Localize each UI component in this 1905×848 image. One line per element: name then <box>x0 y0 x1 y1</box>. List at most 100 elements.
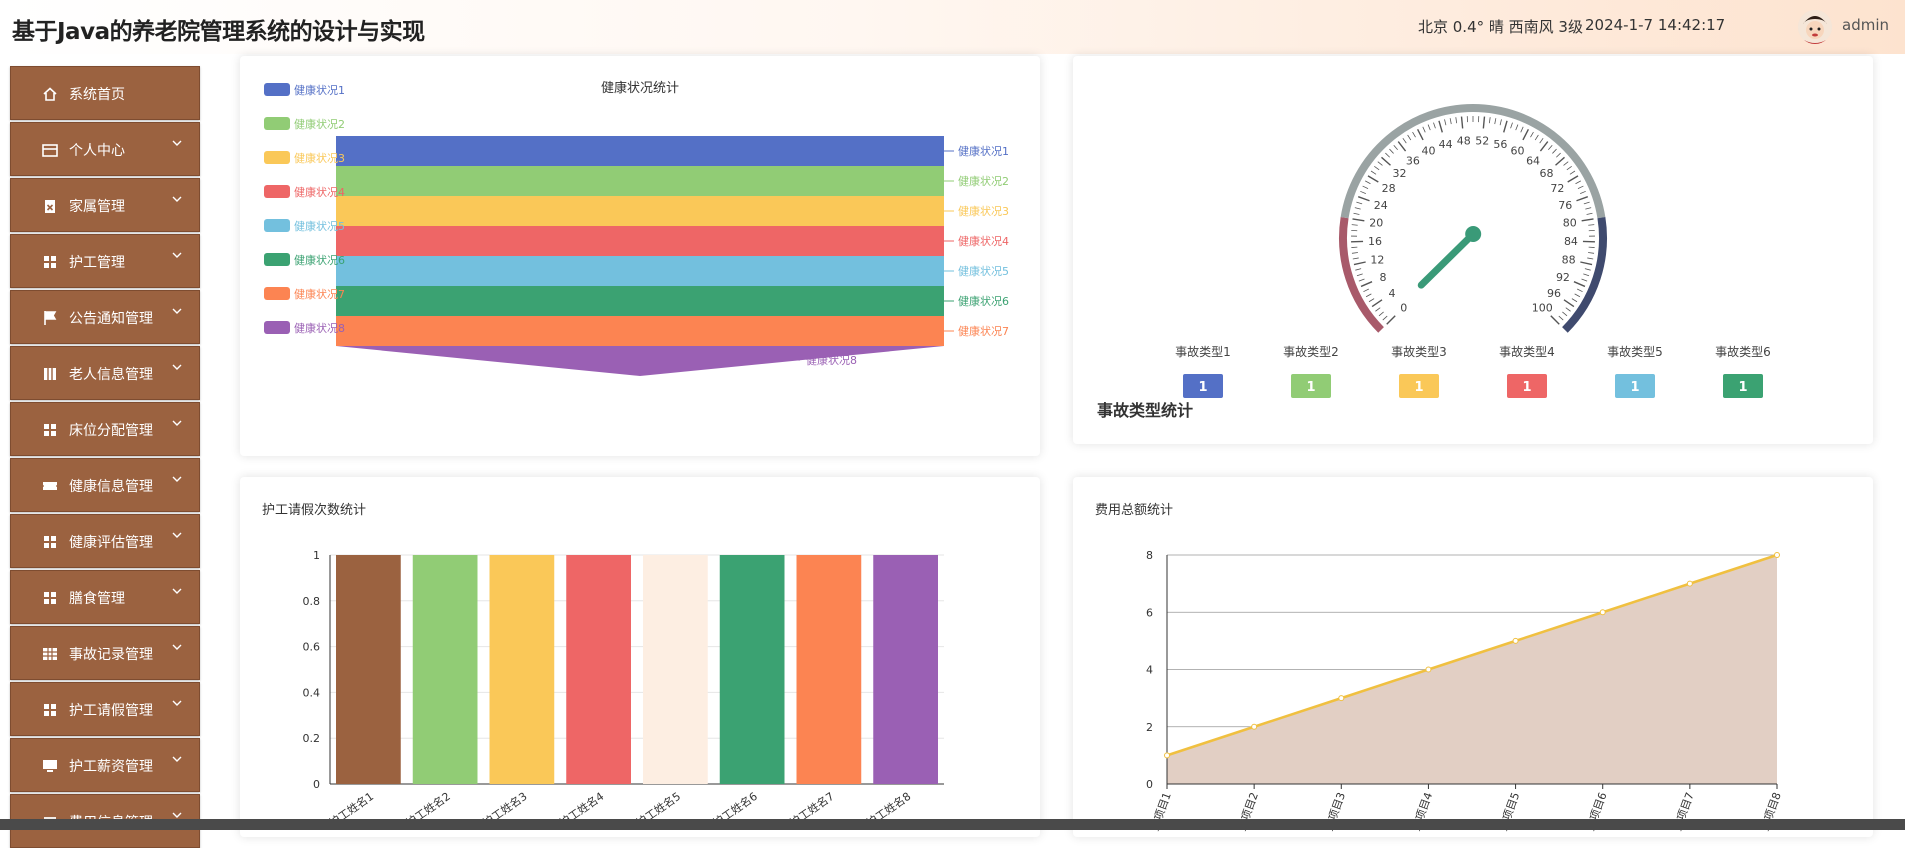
legend-swatch[interactable] <box>264 321 290 334</box>
gauge-tick <box>1564 162 1569 166</box>
sidebar-item-3[interactable]: 家属管理 <box>10 178 200 232</box>
legend-item[interactable]: 健康状况4 <box>294 185 345 199</box>
gauge-tick <box>1365 181 1370 184</box>
leave-count-card: 护工请假次数统计 00.20.40.60.81护工姓名1护工姓名2护工姓名3护工… <box>240 477 1040 837</box>
data-point[interactable] <box>1339 696 1344 701</box>
funnel-label: 健康状况6 <box>958 294 1009 308</box>
gauge-tick <box>1523 129 1528 140</box>
accident-type-value: 1 <box>1198 380 1207 395</box>
gauge-tick <box>1368 176 1378 182</box>
sidebar-item-1[interactable]: 系统首页 <box>10 66 200 120</box>
legend-swatch[interactable] <box>264 185 290 198</box>
username[interactable]: admin <box>1842 16 1889 34</box>
leave-chart-title: 护工请假次数统计 <box>262 499 366 518</box>
legend-item[interactable]: 健康状况2 <box>294 117 345 131</box>
data-point[interactable] <box>1252 724 1257 729</box>
sidebar-item-11[interactable]: 事故记录管理 <box>10 626 200 680</box>
funnel-label: 健康状况4 <box>958 234 1009 248</box>
bar[interactable] <box>413 555 478 784</box>
gauge-tick <box>1398 142 1405 151</box>
sidebar-item-8[interactable]: 健康信息管理 <box>10 458 200 512</box>
accident-type-label: 事故类型6 <box>1715 344 1771 359</box>
bar[interactable] <box>490 555 555 784</box>
sidebar-item-label: 床位分配管理 <box>69 420 153 440</box>
gauge-tick <box>1363 186 1368 189</box>
avatar[interactable] <box>1798 10 1832 44</box>
gauge-tick-label: 0 <box>1400 301 1407 314</box>
id-card-icon <box>41 141 59 159</box>
bottom-scrollbar[interactable] <box>0 819 1905 830</box>
legend-swatch[interactable] <box>264 117 290 130</box>
gauge-tick-label: 52 <box>1475 134 1489 147</box>
health-status-funnel-chart: 健康状况统计健康状况1健康状况1健康状况2健康状况2健康状况3健康状况3健康状况… <box>240 56 1040 456</box>
gauge-tick-label: 24 <box>1374 199 1388 212</box>
gauge-tick <box>1374 166 1379 170</box>
legend-item[interactable]: 健康状况1 <box>294 83 345 97</box>
chevron-down-icon <box>171 697 183 709</box>
sidebar-item-9[interactable]: 健康评估管理 <box>10 514 200 568</box>
legend-swatch[interactable] <box>264 219 290 232</box>
gauge-tick <box>1433 123 1435 129</box>
bar[interactable] <box>336 555 401 784</box>
chevron-down-icon <box>171 585 183 597</box>
funnel-title: 健康状况统计 <box>601 80 679 96</box>
bar[interactable] <box>643 555 708 784</box>
sidebar-item-2[interactable]: 个人中心 <box>10 122 200 176</box>
accident-type-value: 1 <box>1738 380 1747 395</box>
chevron-down-icon <box>171 361 183 373</box>
legend-swatch[interactable] <box>264 151 290 164</box>
legend-swatch[interactable] <box>264 253 290 266</box>
legend-item[interactable]: 健康状况7 <box>294 287 345 301</box>
bar[interactable] <box>797 555 862 784</box>
bar[interactable] <box>873 555 938 784</box>
sidebar-item-4[interactable]: 护工管理 <box>10 234 200 288</box>
data-point[interactable] <box>1775 553 1780 558</box>
gauge-tick <box>1483 117 1484 129</box>
sidebar-item-6[interactable]: 老人信息管理 <box>10 346 200 400</box>
gauge-needle-pivot <box>1465 226 1481 242</box>
gauge-tick-label: 36 <box>1406 155 1420 168</box>
data-point[interactable] <box>1165 753 1170 758</box>
gauge-tick <box>1428 125 1430 131</box>
gauge-tick-label: 8 <box>1380 271 1387 284</box>
sidebar-item-5[interactable]: 公告通知管理 <box>10 290 200 344</box>
gauge-tick-label: 92 <box>1556 271 1570 284</box>
data-point[interactable] <box>1600 610 1605 615</box>
data-point[interactable] <box>1513 638 1518 643</box>
sidebar-item-label: 健康信息管理 <box>69 476 153 496</box>
legend-item[interactable]: 健康状况5 <box>294 219 345 233</box>
legend-swatch[interactable] <box>264 83 290 96</box>
data-point[interactable] <box>1687 581 1692 586</box>
gauge-tick <box>1587 213 1593 214</box>
chevron-down-icon <box>171 641 183 653</box>
gauge-tick <box>1585 208 1591 209</box>
gauge-tick <box>1450 118 1451 124</box>
sidebar-item-13[interactable]: 护工薪资管理 <box>10 738 200 792</box>
legend-item[interactable]: 健康状况6 <box>294 253 345 267</box>
gauge-tick <box>1445 119 1446 125</box>
legend-swatch[interactable] <box>264 287 290 300</box>
gauge-tick <box>1511 123 1513 129</box>
sidebar-item-10[interactable]: 膳食管理 <box>10 570 200 624</box>
bar[interactable] <box>566 555 631 784</box>
gauge-tick-label: 96 <box>1547 287 1561 300</box>
bar[interactable] <box>720 555 785 784</box>
data-point[interactable] <box>1426 667 1431 672</box>
health-status-card: 健康状况统计健康状况1健康状况1健康状况2健康状况2健康状况3健康状况3健康状况… <box>240 56 1040 456</box>
legend-item[interactable]: 健康状况3 <box>294 151 345 165</box>
gauge-tick-label: 64 <box>1526 155 1540 168</box>
table-icon <box>41 645 59 663</box>
sidebar-item-label: 护工薪资管理 <box>69 756 153 776</box>
legend-item[interactable]: 健康状况8 <box>294 321 345 335</box>
funnel-segment <box>336 136 944 166</box>
sidebar-item-12[interactable]: 护工请假管理 <box>10 682 200 736</box>
gauge-tick <box>1516 125 1518 131</box>
gauge-tick <box>1371 171 1376 174</box>
gauge-tick-label: 68 <box>1540 167 1554 180</box>
sidebar-item-7[interactable]: 床位分配管理 <box>10 402 200 456</box>
accident-type-value: 1 <box>1630 380 1639 395</box>
gauge-tick <box>1381 157 1390 165</box>
gauge-tick <box>1540 138 1543 143</box>
accident-type-value: 1 <box>1414 380 1423 395</box>
accident-type-label: 事故类型5 <box>1607 344 1663 359</box>
